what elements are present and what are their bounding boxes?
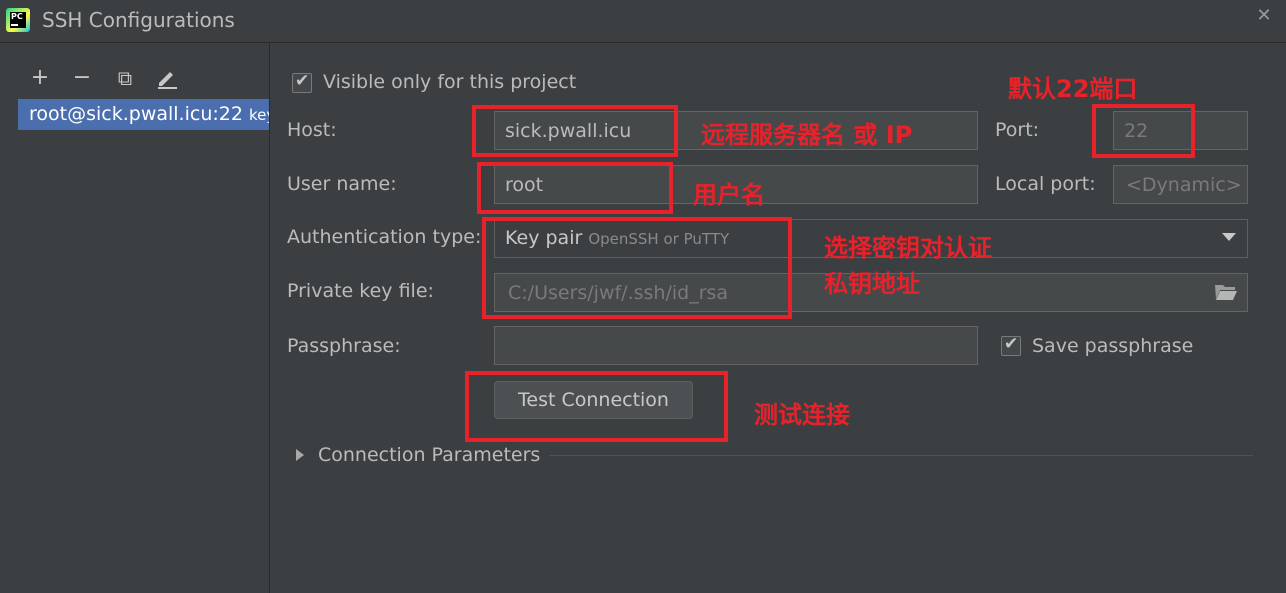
passphrase-label: Passphrase: bbox=[287, 335, 401, 357]
edit-icon[interactable] bbox=[155, 66, 179, 90]
separator-line bbox=[549, 455, 1253, 456]
username-highlight-box bbox=[477, 162, 673, 214]
auth-key-highlight-box bbox=[482, 217, 792, 319]
port-annotation: 默认22端口 bbox=[1008, 75, 1138, 103]
close-icon[interactable]: ✕ bbox=[1254, 6, 1274, 26]
pycharm-logo-text: PC bbox=[11, 12, 23, 21]
local-port-label: Local port: bbox=[995, 173, 1096, 195]
host-highlight-box bbox=[472, 105, 678, 157]
pycharm-icon: PC bbox=[6, 8, 30, 32]
visible-only-checkbox[interactable]: ✔ bbox=[292, 71, 312, 93]
auth-type-label: Authentication type: bbox=[287, 226, 482, 248]
expand-triangle-icon[interactable] bbox=[296, 449, 304, 461]
username-annotation: 用户名 bbox=[693, 181, 765, 209]
chevron-down-icon[interactable] bbox=[1222, 233, 1236, 241]
test-annotation: 测试连接 bbox=[754, 401, 850, 429]
add-icon[interactable]: + bbox=[28, 66, 52, 90]
port-label: Port: bbox=[995, 119, 1040, 141]
auth-annotation: 选择密钥对认证 bbox=[824, 234, 992, 262]
save-passphrase-checkbox[interactable]: ✔ bbox=[1001, 334, 1021, 356]
host-label: Host: bbox=[287, 119, 337, 141]
window-title: SSH Configurations bbox=[42, 8, 235, 32]
list-item-suffix: key bbox=[249, 106, 269, 124]
local-port-value: <Dynamic> bbox=[1126, 174, 1242, 196]
private-key-label: Private key file: bbox=[287, 280, 434, 302]
connection-parameters-toggle[interactable]: Connection Parameters bbox=[318, 444, 540, 466]
port-highlight-box bbox=[1092, 104, 1195, 158]
local-port-input[interactable]: <Dynamic> bbox=[1113, 165, 1248, 204]
remove-icon[interactable]: − bbox=[70, 66, 94, 90]
host-annotation: 远程服务器名 或 IP bbox=[701, 121, 913, 149]
copy-icon[interactable]: ⧉ bbox=[113, 66, 137, 90]
checkbox-icon: ✔ bbox=[1004, 334, 1019, 354]
test-connection-highlight-box bbox=[465, 371, 728, 442]
list-item-label: root@sick.pwall.icu:22 bbox=[29, 103, 243, 125]
username-label: User name: bbox=[287, 173, 397, 195]
visible-only-label: Visible only for this project bbox=[323, 71, 577, 93]
save-passphrase-label: Save passphrase bbox=[1032, 335, 1194, 357]
passphrase-input[interactable] bbox=[494, 326, 978, 365]
list-item[interactable]: root@sick.pwall.icu:22 key bbox=[18, 99, 269, 130]
private-key-annotation: 私钥地址 bbox=[824, 270, 920, 298]
checkbox-icon: ✔ bbox=[295, 71, 310, 91]
folder-icon[interactable] bbox=[1214, 282, 1238, 302]
